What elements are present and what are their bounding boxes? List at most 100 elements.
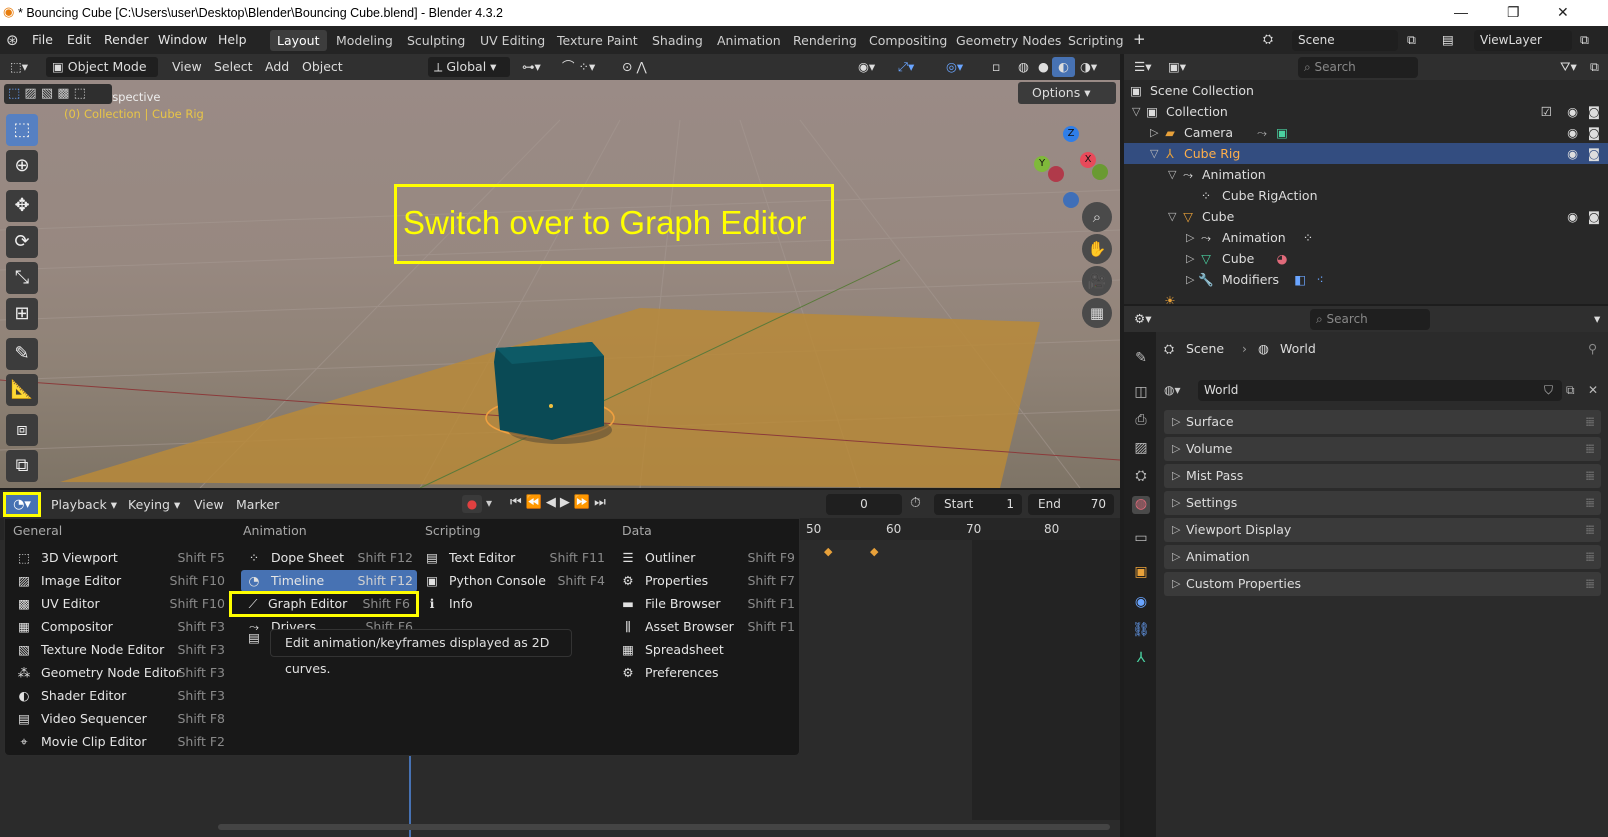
menu-marker[interactable]: Marker: [230, 495, 285, 515]
view-layer-tab-icon[interactable]: ▨: [1132, 440, 1150, 458]
scene-selector-icon[interactable]: ⛭: [1263, 31, 1273, 47]
chevron-right-icon[interactable]: ▷: [1186, 269, 1194, 290]
chevron-down-icon[interactable]: ▽: [1150, 143, 1158, 164]
menu-window[interactable]: Window: [158, 32, 207, 47]
breadcrumb-world[interactable]: World: [1280, 336, 1316, 362]
menu-playback[interactable]: Playback ▾: [45, 495, 123, 515]
scale-tool[interactable]: ⤡: [6, 262, 38, 294]
ortho-grid-icon[interactable]: ▦: [1082, 298, 1112, 328]
menu-item-movie-clip-editor[interactable]: ⌖ Movie Clip Editor Shift F2: [11, 731, 229, 753]
navigation-gizmo[interactable]: Z X Y: [1034, 122, 1108, 208]
tab-compositing[interactable]: Compositing: [862, 30, 954, 51]
properties-editor-type-icon[interactable]: ⚙▾: [1128, 309, 1157, 329]
physics-tab-icon[interactable]: ◉: [1132, 594, 1150, 612]
cursor-tool[interactable]: ⊕: [6, 150, 38, 182]
menu-item-texture-node-editor[interactable]: ▧ Texture Node Editor Shift F3: [11, 639, 229, 661]
tab-scripting[interactable]: Scripting: [1061, 30, 1131, 51]
camera-render-icon[interactable]: ◙: [1588, 122, 1600, 143]
drag-handle-icon[interactable]: ⁞⁞⁞⁞: [1585, 464, 1595, 488]
editor-type-button[interactable]: ◔▾: [3, 492, 41, 517]
viewlayer-icon[interactable]: ▤: [1442, 32, 1454, 47]
scene-tab-icon[interactable]: ⛭: [1132, 468, 1150, 486]
properties-search-input[interactable]: ⌕ Search: [1310, 309, 1430, 330]
outliner-row-scene-collection[interactable]: ▣ Scene Collection: [1124, 80, 1608, 101]
collection-tab-icon[interactable]: ▭: [1132, 530, 1150, 548]
snap-icon[interactable]: ⌒ ⁘▾: [556, 57, 601, 77]
outliner-row-cube-animation[interactable]: ▷ ⤳ Animation ⁘: [1124, 227, 1608, 248]
move-tool[interactable]: ✥: [6, 190, 38, 222]
tab-modeling[interactable]: Modeling: [329, 30, 400, 51]
tab-sculpting[interactable]: Sculpting: [400, 30, 472, 51]
eye-icon[interactable]: ◉: [1567, 143, 1578, 164]
menu-timeline-view[interactable]: View: [188, 495, 230, 515]
keyframe-marker[interactable]: ◆: [870, 545, 878, 558]
drag-handle-icon[interactable]: ⁞⁞⁞⁞: [1585, 572, 1595, 596]
visibility-icon[interactable]: ◉▾: [852, 57, 881, 77]
camera-render-icon[interactable]: ◙: [1588, 206, 1600, 227]
tab-rendering[interactable]: Rendering: [786, 30, 864, 51]
camera-render-icon[interactable]: ◙: [1588, 143, 1600, 164]
pan-hand-icon[interactable]: ✋: [1082, 234, 1112, 264]
outliner-search-input[interactable]: ⌕ Search: [1298, 57, 1418, 78]
tab-layout[interactable]: Layout: [270, 30, 327, 51]
minimize-icon[interactable]: —: [1454, 4, 1468, 20]
drag-handle-icon[interactable]: ⁞⁞⁞⁞: [1585, 437, 1595, 461]
menu-item-uv-editor[interactable]: ▩ UV Editor Shift F10: [11, 593, 229, 615]
unlink-icon[interactable]: ✕: [1588, 383, 1598, 397]
chevron-down-icon[interactable]: ▽: [1168, 206, 1176, 227]
panel-volume[interactable]: ▷ Volume ⁞⁞⁞⁞: [1164, 437, 1601, 461]
maximize-icon[interactable]: ❐: [1507, 4, 1520, 21]
menu-help[interactable]: Help: [218, 32, 247, 47]
world-browse-icon[interactable]: ◍▾: [1164, 383, 1181, 397]
annotate-tool[interactable]: ✎: [6, 338, 38, 370]
display-mode-icon[interactable]: ▣▾: [1162, 57, 1192, 77]
drag-handle-icon[interactable]: ⁞⁞⁞⁞: [1585, 545, 1595, 569]
end-frame-field[interactable]: End 70: [1028, 494, 1114, 515]
chevron-right-icon[interactable]: ▷: [1150, 122, 1158, 143]
menu-item-file-browser[interactable]: ▬ File Browser Shift F1: [615, 593, 799, 615]
menu-item-text-editor[interactable]: ▤ Text Editor Shift F11: [419, 547, 609, 569]
tab-shading[interactable]: Shading: [645, 30, 710, 51]
outliner-row-collection[interactable]: ▽ ▣ Collection ☑ ◉ ◙: [1124, 101, 1608, 122]
menu-view[interactable]: View: [166, 57, 208, 77]
filter-icon[interactable]: ⛛▾: [1554, 57, 1583, 77]
menu-item-graph-editor[interactable]: ⟋ Graph Editor Shift F6: [229, 591, 419, 617]
axis-neg-z-icon[interactable]: [1063, 192, 1079, 208]
panel-mist-pass[interactable]: ▷ Mist Pass ⁞⁞⁞⁞: [1164, 464, 1601, 488]
menu-item-geometry-node-editor[interactable]: ⁂ Geometry Node Editor Shift F3: [11, 662, 229, 684]
select-new-icon[interactable]: ⬚: [8, 86, 20, 101]
chevron-right-icon[interactable]: ▷: [1186, 248, 1194, 269]
start-frame-field[interactable]: Start 1: [934, 494, 1022, 515]
render-tab-icon[interactable]: ◫: [1132, 384, 1150, 402]
zoom-icon[interactable]: ⌕: [1082, 202, 1112, 232]
rendered-shading-icon[interactable]: ◑▾: [1074, 57, 1103, 77]
menu-select[interactable]: Select: [208, 57, 259, 77]
outliner-row-cube-mesh[interactable]: ▷ ▽ Cube ◕: [1124, 248, 1608, 269]
current-frame-field[interactable]: 0: [826, 494, 902, 515]
keyframe-marker[interactable]: ◆: [824, 545, 832, 558]
blender-menu-icon[interactable]: ⊛: [6, 31, 19, 49]
transform-tool[interactable]: ⊞: [6, 298, 38, 330]
options-button[interactable]: Options ▾: [1018, 82, 1116, 104]
outliner-row-light[interactable]: ☀: [1124, 290, 1608, 304]
panel-surface[interactable]: ▷ Surface ⁞⁞⁞⁞: [1164, 410, 1601, 434]
outliner-row-cube-rig[interactable]: ▽ ⅄ Cube Rig ◉ ◙: [1124, 143, 1608, 164]
stopwatch-icon[interactable]: ⏱: [910, 495, 921, 511]
camera-render-icon[interactable]: ◙: [1588, 101, 1600, 122]
menu-render[interactable]: Render: [104, 32, 149, 47]
outliner-row-action[interactable]: ⁘ Cube RigAction: [1124, 185, 1608, 206]
rotate-tool[interactable]: ⟳: [6, 226, 38, 258]
panel-animation[interactable]: ▷ Animation ⁞⁞⁞⁞: [1164, 545, 1601, 569]
camera-view-icon[interactable]: 🎥: [1082, 266, 1112, 296]
menu-item-python-console[interactable]: ▣ Python Console Shift F4: [419, 570, 609, 592]
gizmo-icon[interactable]: ⤢▾: [892, 57, 920, 77]
menu-add[interactable]: Add: [259, 57, 295, 77]
eye-icon[interactable]: ◉: [1567, 206, 1578, 227]
chevron-right-icon[interactable]: ▷: [1186, 227, 1194, 248]
menu-item-nla[interactable]: ▤N: [241, 627, 280, 649]
drag-handle-icon[interactable]: ⁞⁞⁞⁞: [1585, 518, 1595, 542]
record-button[interactable]: ●: [462, 495, 482, 513]
world-tab-icon[interactable]: ◍: [1132, 496, 1150, 514]
properties-options-icon[interactable]: ▾: [1588, 309, 1606, 329]
panel-custom-properties[interactable]: ▷ Custom Properties ⁞⁞⁞⁞: [1164, 572, 1601, 596]
